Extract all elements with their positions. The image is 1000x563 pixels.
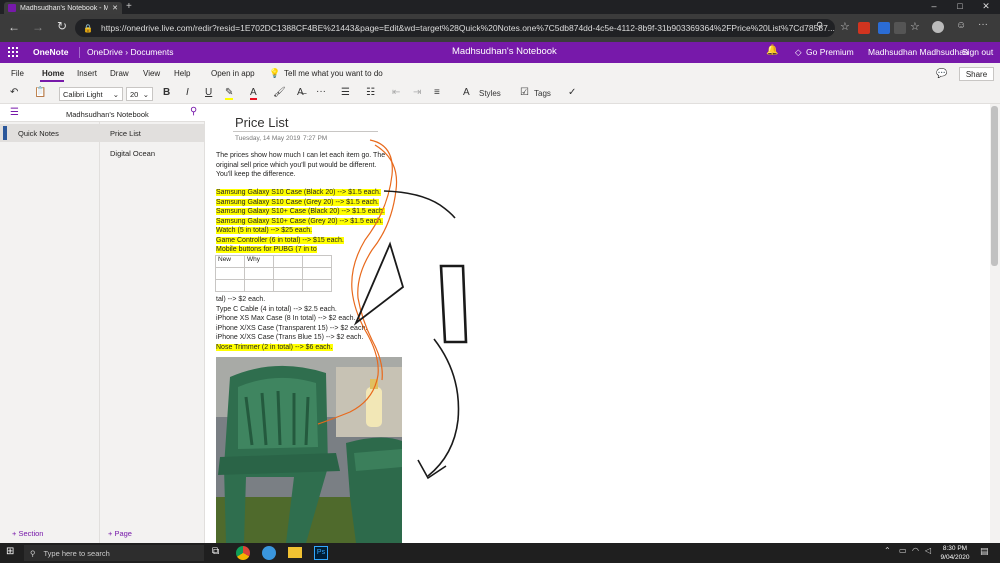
black-ink-stroke (427, 338, 460, 477)
black-ink-stroke (353, 241, 405, 326)
wifi-icon[interactable]: ◠ (912, 546, 919, 555)
scrollbar-thumb[interactable] (991, 106, 998, 266)
black-ink-stroke (383, 190, 456, 219)
taskbar-clock[interactable]: 8:30 PM 9/04/2020 (938, 544, 972, 562)
system-tray-chevron-icon[interactable]: ⌃ (884, 546, 891, 555)
chrome-icon[interactable] (236, 546, 250, 560)
black-ink-stroke (439, 264, 468, 344)
task-view-icon[interactable]: ⧉ (212, 546, 219, 557)
volume-icon[interactable]: ◁ (925, 546, 931, 555)
clock-time: 8:30 PM (942, 545, 968, 552)
edge-icon[interactable] (262, 546, 276, 560)
ink-annotations (317, 139, 468, 480)
orange-ink-stroke (317, 139, 393, 425)
taskbar-search-box[interactable]: ⚲ Type here to search (24, 545, 204, 561)
notifications-icon[interactable]: ▤ (980, 546, 989, 557)
photoshop-icon[interactable]: Ps (314, 546, 328, 560)
search-icon: ⚲ (30, 548, 36, 558)
network-icon[interactable]: ▭ (899, 546, 907, 555)
taskbar-search-placeholder: Type here to search (43, 548, 110, 558)
windows-start-icon[interactable]: ⊞ (6, 546, 14, 557)
clock-date: 9/04/2020 (940, 554, 970, 561)
file-explorer-icon[interactable] (288, 547, 302, 558)
